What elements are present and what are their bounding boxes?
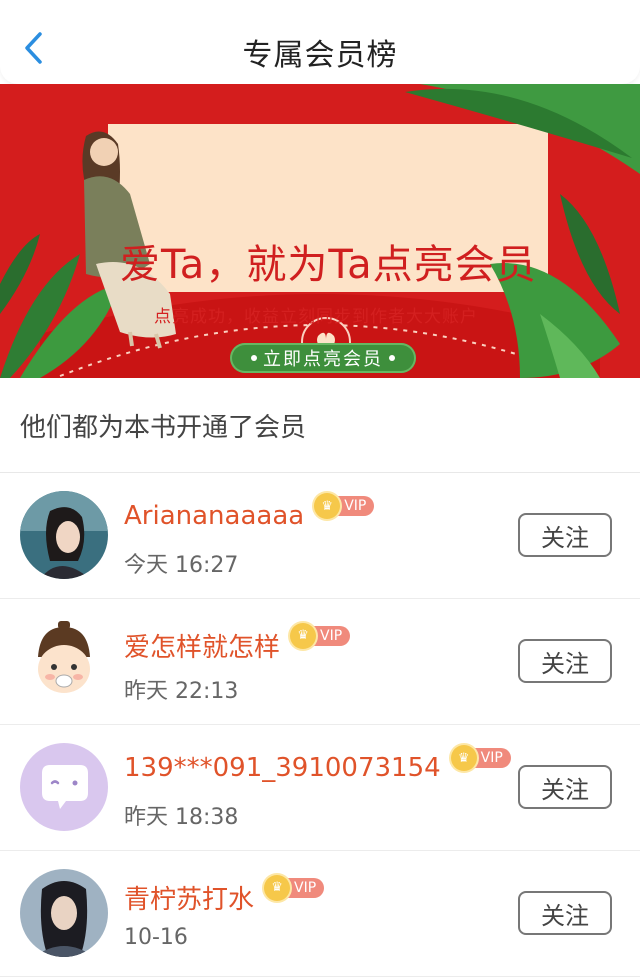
avatar[interactable] [20, 743, 108, 831]
member-time: 10-16 [124, 925, 188, 950]
avatar[interactable] [20, 617, 108, 705]
chat-bubble-icon [20, 743, 108, 831]
avatar[interactable] [20, 869, 108, 957]
member-name-text: 爱怎样就怎样 [124, 633, 281, 663]
list-item[interactable]: 139***091_3910073154 ♛ VIP 昨天 18:38 关注 [0, 725, 640, 851]
follow-button[interactable]: 关注 [518, 513, 612, 557]
avatar[interactable] [20, 491, 108, 579]
crown-icon: ♛ [314, 493, 341, 519]
banner-illustration [0, 84, 640, 378]
crown-icon: ♛ [264, 874, 291, 901]
page-title: 专属会员榜 [242, 38, 398, 73]
member-name: Ariananaaaaa ♛ VIP [124, 493, 375, 531]
member-time: 昨天 18:38 [124, 805, 239, 830]
member-time: 昨天 22:13 [124, 679, 239, 704]
member-time: 今天 16:27 [124, 553, 239, 578]
top-bar: 专属会员榜 [0, 0, 640, 84]
list-item[interactable]: 爱怎样就怎样 ♛ VIP 昨天 22:13 关注 [0, 599, 640, 725]
follow-button[interactable]: 关注 [518, 639, 612, 683]
banner-subline: 点亮成功，收益立刻同步到作者大大账户 [154, 307, 478, 327]
light-up-membership-button[interactable]: 立即点亮会员 [230, 343, 416, 373]
man-photo-icon [20, 869, 108, 957]
member-name-text: Ariananaaaaa [124, 501, 305, 531]
vip-badge: ♛ VIP [290, 622, 351, 649]
member-name-text: 青柠苏打水 [124, 885, 255, 915]
crown-icon: ♛ [450, 745, 477, 771]
member-name: 爱怎样就怎样 ♛ VIP [124, 622, 351, 664]
follow-button[interactable]: 关注 [518, 765, 612, 809]
banner-headline: 爱Ta，就为Ta点亮会员 [120, 242, 537, 288]
list-item[interactable]: 青柠苏打水 ♛ VIP 10-16 关注 [0, 851, 640, 977]
follow-button[interactable]: 关注 [518, 891, 612, 935]
girl-photo-icon [20, 491, 108, 579]
member-name: 139***091_3910073154 ♛ VIP [124, 745, 511, 783]
list-item[interactable]: Ariananaaaaa ♛ VIP 今天 16:27 关注 [0, 473, 640, 599]
vip-badge: ♛ VIP [264, 874, 325, 901]
vip-badge: ♛ VIP [314, 493, 375, 519]
section-title: 他们都为本书开通了会员 [0, 378, 640, 473]
member-name: 青柠苏打水 ♛ VIP [124, 874, 325, 916]
member-list: Ariananaaaaa ♛ VIP 今天 16:27 关注 爱怎样就怎样 ♛ … [0, 473, 640, 977]
member-name-text: 139***091_3910073154 [124, 753, 441, 783]
crown-icon: ♛ [290, 622, 317, 649]
promo-banner[interactable]: 爱Ta，就为Ta点亮会员 点亮成功，收益立刻同步到作者大大账户 立即点亮会员 [0, 84, 640, 378]
vip-badge: ♛ VIP [450, 745, 511, 771]
cartoon-kid-icon [20, 617, 108, 705]
dot-icon [389, 355, 395, 361]
banner-button-label: 立即点亮会员 [263, 349, 383, 370]
dot-icon [251, 355, 257, 361]
